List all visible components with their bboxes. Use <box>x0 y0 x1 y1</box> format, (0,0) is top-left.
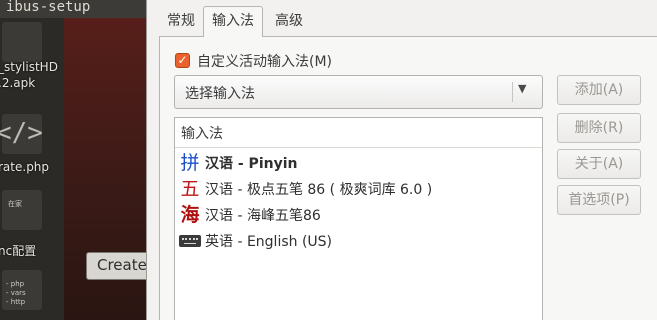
chevron-down-icon[interactable]: ▼ <box>518 82 526 95</box>
list-column-header[interactable]: 输入法 <box>175 118 542 148</box>
list-item-haifeng-wubi[interactable]: 海 汉语 - 海峰五笔86 <box>175 202 542 228</box>
tab-input-method[interactable]: 输入法 <box>203 6 263 37</box>
list-item-wubi-jidian[interactable]: 五 汉语 - 极点五笔 86 ( 极爽词库 6.0 ) <box>175 176 542 202</box>
preferences-button[interactable]: 首选项(P) <box>557 185 641 215</box>
ibus-preferences-dialog: ✓ 自定义活动输入法(M) 选择输入法 ▼ 输入法 拼 汉语 - Pinyin … <box>146 0 657 320</box>
list-item-pinyin[interactable]: 拼 汉语 - Pinyin <box>175 150 542 176</box>
tab-advanced[interactable]: 高级 <box>267 8 311 35</box>
desktop-file-label[interactable]: rate.php <box>0 160 49 174</box>
keyboard-icon <box>179 235 201 247</box>
list-item-label: 汉语 - 海峰五笔86 <box>205 208 321 224</box>
window-title-bar: ibus-setup <box>0 0 146 18</box>
desktop-file-label[interactable]: .2.apk <box>0 76 35 90</box>
folder-icon[interactable] <box>2 190 42 230</box>
about-button[interactable]: 关于(A) <box>557 149 641 179</box>
customize-checkbox[interactable]: ✓ <box>175 53 190 68</box>
customize-checkbox-label[interactable]: 自定义活动输入法(M) <box>197 51 332 71</box>
haifeng-wubi-icon: 海 <box>180 204 200 226</box>
list-item-label: 汉语 - Pinyin <box>205 156 298 172</box>
list-header-label: 输入法 <box>181 126 223 142</box>
add-button[interactable]: 添加(A) <box>557 75 641 105</box>
select-input-method-combo[interactable]: 选择输入法 ▼ <box>174 75 543 109</box>
combo-value: 选择输入法 <box>185 86 255 102</box>
wubi-jidian-icon: 五 <box>180 178 200 200</box>
code-brackets-icon: </> <box>0 118 43 148</box>
list-item-label: 汉语 - 极点五笔 86 ( 极爽词库 6.0 ) <box>205 182 433 198</box>
tab-general[interactable]: 常规 <box>159 8 203 35</box>
tab-panel-input-methods: ✓ 自定义活动输入法(M) 选择输入法 ▼ 输入法 拼 汉语 - Pinyin … <box>159 36 657 320</box>
list-item-label: 英语 - English (US) <box>205 234 333 250</box>
pinyin-icon: 拼 <box>180 152 200 174</box>
folder-icon-text: 在家 <box>8 200 22 208</box>
desktop-file-label[interactable]: _stylistHD <box>0 60 58 74</box>
desktop-file-label[interactable]: nc配置 <box>0 242 36 259</box>
create-button-label: Create <box>97 256 147 274</box>
text-file-line: - http <box>6 298 26 306</box>
input-method-list[interactable]: 输入法 拼 汉语 - Pinyin 五 汉语 - 极点五笔 86 ( 极爽词库 … <box>174 117 543 320</box>
file-icon[interactable] <box>2 22 42 62</box>
text-file-line: - vars <box>6 289 26 297</box>
remove-button[interactable]: 删除(R) <box>557 113 641 143</box>
list-item-english-us[interactable]: 英语 - English (US) <box>175 228 542 254</box>
combo-separator <box>512 82 513 102</box>
text-file-line: - php <box>6 280 25 288</box>
window-title: ibus-setup <box>6 0 91 15</box>
